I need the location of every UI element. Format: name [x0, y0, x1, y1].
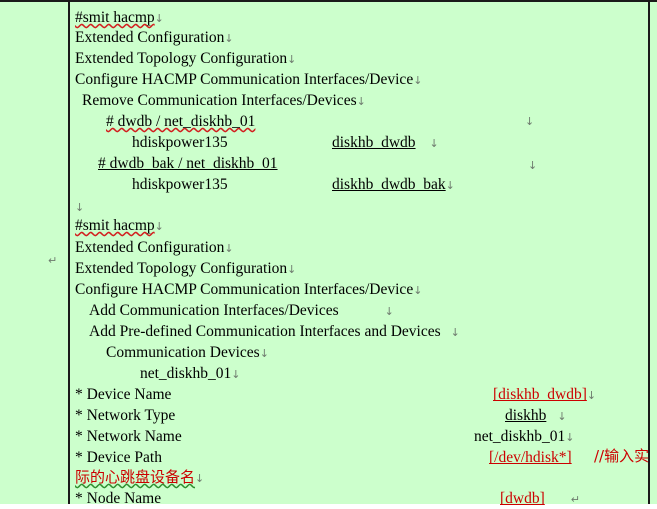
label-text: * Device Path — [75, 449, 162, 466]
line-text: Add Pre-defined Communication Interfaces… — [89, 323, 441, 340]
line-break-icon: ↓ — [154, 220, 164, 233]
line-break-icon: ↓ — [565, 431, 575, 444]
inline-comment-device-path: //输入实 — [594, 447, 649, 466]
label-text: * Node Name — [75, 490, 162, 507]
paragraph-mark-gutter: ↵ — [48, 254, 58, 267]
field-label-device-path: * Device Path — [75, 448, 162, 467]
text-line-add-comm-interfaces: Add Communication Interfaces/Devices ↓ — [89, 301, 394, 321]
line-break-icon: ↓ — [450, 326, 460, 339]
line-break-icon: ↓ — [231, 368, 241, 381]
field-value-device-name[interactable]: [diskhb_dwdb]↓ — [493, 385, 596, 405]
text-line-configure-hacmp-1: Configure HACMP Communication Interfaces… — [75, 70, 422, 90]
line-text: Remove Communication Interfaces/Devices — [82, 92, 357, 109]
line-break-icon: ↓ — [557, 410, 567, 423]
line-text: Add Communication Interfaces/Devices — [89, 302, 339, 319]
text-line-hdiskpower135-1: hdiskpower135 — [132, 133, 228, 152]
line-text: #smit hacmp — [75, 9, 155, 26]
line-text: Extended Configuration — [75, 239, 225, 256]
line-text: # dwdb_bak / net_diskhb_01 — [98, 155, 278, 172]
value-text: diskhb_dwdb — [332, 134, 416, 151]
line-text: hdiskpower135 — [132, 176, 228, 193]
line-break-icon-stray-1: ↓ — [528, 159, 538, 172]
line-text: Configure HACMP Communication Interfaces… — [75, 281, 414, 298]
line-text: # dwdb / net_diskhb_01 — [106, 113, 256, 130]
line-break-icon: ↓ — [356, 95, 366, 108]
line-break-icon: ↓ — [287, 263, 297, 276]
page-right-margin — [650, 2, 657, 504]
text-line-hdiskpower135-2: hdiskpower135 — [132, 175, 228, 194]
text-line-dwdb-bak-net-diskhb: # dwdb_bak / net_diskhb_01 — [98, 154, 278, 173]
field-label-device-name: * Device Name — [75, 385, 171, 404]
field-value-device-path[interactable]: [/dev/hdisk*] — [489, 448, 572, 467]
line-break-icon-stray-2: ↓ — [525, 115, 535, 128]
field-label-network-type: * Network Type — [75, 406, 175, 425]
annotation-text: 际的心跳盘设备名 — [75, 468, 196, 486]
field-value-network-name[interactable]: net_diskhb_01↓ — [474, 427, 575, 447]
line-break-icon: ↓ — [154, 12, 164, 25]
field-value-network-type[interactable]: diskhb ↓ — [505, 406, 567, 426]
line-text: Extended Topology Configuration — [75, 50, 288, 67]
line-break-icon: ↓ — [413, 74, 423, 87]
line-break-icon: ↓ — [224, 32, 234, 45]
label-text: * Network Name — [75, 428, 182, 445]
line-break-icon: ↓ — [445, 179, 455, 192]
paragraph-mark-node-name: ↵ — [570, 493, 580, 506]
line-break-icon: ↓ — [429, 137, 439, 150]
line-text: Configure HACMP Communication Interfaces… — [75, 71, 414, 88]
value-diskhb-dwdb: diskhb_dwdb ↓ — [332, 133, 439, 153]
text-line-communication-devices: Communication Devices↓ — [106, 343, 269, 363]
field-value-node-name[interactable]: [dwdb] ↵ — [500, 489, 580, 509]
field-label-network-name: * Network Name — [75, 427, 182, 446]
line-text: net_diskhb_01 — [140, 365, 232, 382]
text-line-remove-comm-interfaces: Remove Communication Interfaces/Devices↓ — [82, 91, 366, 111]
text-line-configure-hacmp-2: Configure HACMP Communication Interfaces… — [75, 280, 422, 300]
line-break-icon: ↓ — [586, 389, 597, 402]
text-line-dwdb-net-diskhb: # dwdb / net_diskhb_01 — [106, 112, 255, 131]
line-break-icon: ↓ — [195, 472, 205, 485]
table-main-column: #smit hacmp↓ Extended Configuration↓ Ext… — [70, 2, 650, 507]
comment-text: //输入实 — [594, 447, 650, 465]
line-text: Extended Topology Configuration — [75, 260, 288, 277]
cjk-annotation-note: 际的心跳盘设备名↓ — [75, 468, 204, 488]
value-diskhb-dwdb-bak: diskhb_dwdb_bak↓ — [332, 175, 455, 195]
text-line-smit-hacmp-1: #smit hacmp↓ — [75, 8, 164, 28]
line-break-icon: ↓ — [413, 284, 423, 297]
text-line-smit-hacmp-2: #smit hacmp↓ — [75, 216, 164, 236]
line-break-icon: ↓ — [287, 53, 297, 66]
line-text: #smit hacmp — [75, 217, 155, 234]
value-text: [dwdb] — [500, 490, 545, 507]
line-break-icon: ↓ — [384, 305, 394, 318]
text-line-extended-topology-configuration-2: Extended Topology Configuration↓ — [75, 259, 296, 279]
label-text: * Network Type — [75, 407, 176, 424]
line-break-icon: ↓ — [224, 242, 234, 255]
line-text: Communication Devices — [106, 344, 260, 361]
field-label-node-name: * Node Name — [75, 489, 161, 508]
text-line-extended-configuration-1: Extended Configuration↓ — [75, 28, 234, 48]
value-text: [diskhb_dwdb] — [493, 386, 587, 403]
text-line-net-diskhb-01: net_diskhb_01↓ — [140, 364, 241, 384]
value-text: diskhb — [505, 407, 547, 424]
text-line-add-predefined-comm: Add Pre-defined Communication Interfaces… — [89, 322, 460, 342]
line-text: hdiskpower135 — [132, 134, 228, 151]
text-line-extended-topology-configuration-1: Extended Topology Configuration↓ — [75, 49, 296, 69]
value-text: net_diskhb_01 — [474, 428, 566, 445]
document-page: ↵ #smit hacmp↓ Extended Configuration↓ E… — [0, 0, 657, 507]
label-text: * Device Name — [75, 386, 172, 403]
line-text: Extended Configuration — [75, 29, 225, 46]
value-text: [/dev/hdisk*] — [489, 449, 572, 466]
text-line-extended-configuration-2: Extended Configuration↓ — [75, 238, 234, 258]
table-gutter-column: ↵ — [0, 2, 70, 504]
line-break-icon: ↓ — [259, 347, 269, 360]
value-text: diskhb_dwdb_bak — [332, 176, 446, 193]
line-break-icon-empty-line: ↓ — [75, 201, 85, 214]
